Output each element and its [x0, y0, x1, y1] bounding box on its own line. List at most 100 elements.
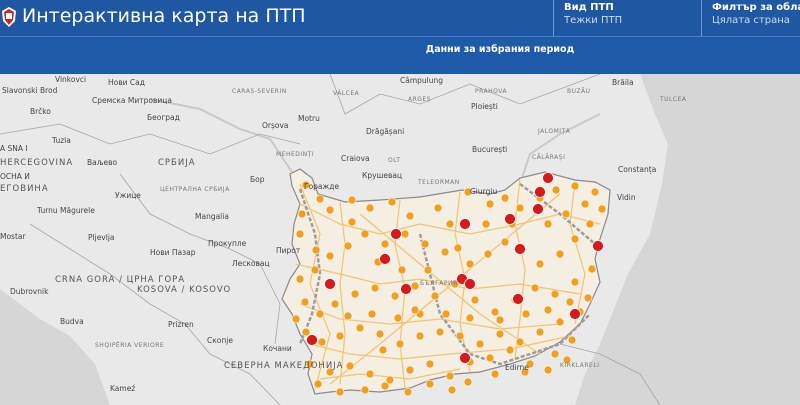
accident-marker[interactable] — [500, 193, 510, 203]
accident-marker[interactable] — [367, 309, 377, 319]
accident-marker[interactable] — [590, 187, 600, 197]
accident-marker[interactable] — [330, 299, 340, 309]
accident-marker[interactable] — [583, 293, 593, 303]
accident-marker[interactable] — [325, 205, 335, 215]
accident-marker[interactable] — [397, 265, 407, 275]
severe-accident-marker[interactable] — [306, 334, 318, 346]
accident-marker[interactable] — [441, 309, 451, 319]
accident-marker[interactable] — [447, 385, 457, 395]
accident-marker[interactable] — [375, 329, 385, 339]
accident-marker[interactable] — [365, 369, 375, 379]
region-filter-value[interactable]: Цялата страна — [712, 15, 800, 26]
accident-marker[interactable] — [355, 323, 365, 333]
accident-marker[interactable] — [561, 209, 571, 219]
accident-marker[interactable] — [505, 345, 515, 355]
severe-accident-marker[interactable] — [459, 218, 471, 230]
accident-marker[interactable] — [380, 239, 390, 249]
accident-marker[interactable] — [585, 219, 595, 229]
accident-marker[interactable] — [485, 353, 495, 363]
severe-accident-marker[interactable] — [534, 186, 546, 198]
accident-marker[interactable] — [315, 194, 325, 204]
accident-marker[interactable] — [315, 309, 325, 319]
severe-accident-marker[interactable] — [514, 243, 526, 255]
severe-accident-marker[interactable] — [592, 240, 604, 252]
accident-marker[interactable] — [587, 264, 597, 274]
severe-accident-marker[interactable] — [504, 213, 516, 225]
accident-marker[interactable] — [365, 203, 375, 213]
accident-marker[interactable] — [295, 229, 305, 239]
accident-marker[interactable] — [495, 315, 505, 325]
severe-accident-marker[interactable] — [569, 308, 581, 320]
accident-marker[interactable] — [440, 247, 450, 257]
accident-marker[interactable] — [535, 327, 545, 337]
accident-marker[interactable] — [420, 239, 430, 249]
accident-marker[interactable] — [410, 281, 420, 291]
accident-marker[interactable] — [555, 317, 565, 327]
accident-marker[interactable] — [530, 283, 540, 293]
accident-marker[interactable] — [433, 203, 443, 213]
accident-marker[interactable] — [405, 365, 415, 375]
accident-marker[interactable] — [390, 291, 400, 301]
accident-marker[interactable] — [481, 219, 491, 229]
severe-accident-marker[interactable] — [512, 293, 524, 305]
accident-marker[interactable] — [387, 197, 397, 207]
accident-marker[interactable] — [483, 249, 493, 259]
accident-marker[interactable] — [565, 297, 575, 307]
accident-marker[interactable] — [423, 265, 433, 275]
severe-accident-marker[interactable] — [324, 278, 336, 290]
accident-marker[interactable] — [410, 305, 420, 315]
accident-marker[interactable] — [335, 331, 345, 341]
severe-accident-marker[interactable] — [532, 203, 544, 215]
accident-marker[interactable] — [347, 195, 357, 205]
accident-marker[interactable] — [425, 359, 435, 369]
accident-marker[interactable] — [393, 313, 403, 323]
accident-marker[interactable] — [543, 219, 553, 229]
accident-marker[interactable] — [550, 349, 560, 359]
accident-marker[interactable] — [445, 371, 455, 381]
accident-marker[interactable] — [343, 311, 353, 321]
accident-marker[interactable] — [535, 259, 545, 269]
accident-marker[interactable] — [543, 365, 553, 375]
accident-marker[interactable] — [490, 369, 500, 379]
severe-accident-marker[interactable] — [464, 278, 476, 290]
accident-marker[interactable] — [370, 283, 380, 293]
accident-marker[interactable] — [405, 211, 415, 221]
accident-marker[interactable] — [490, 307, 500, 317]
accident-marker[interactable] — [543, 305, 553, 315]
severe-accident-marker[interactable] — [400, 283, 412, 295]
accident-marker[interactable] — [347, 217, 357, 227]
accident-marker[interactable] — [465, 313, 475, 323]
accident-marker[interactable] — [430, 291, 440, 301]
accident-marker[interactable] — [313, 379, 323, 389]
accident-marker[interactable] — [435, 327, 445, 337]
accident-marker[interactable] — [515, 337, 525, 347]
accident-marker[interactable] — [465, 259, 475, 269]
accident-marker[interactable] — [500, 237, 510, 247]
tab-selected-period[interactable]: Данни за избрания период — [400, 37, 600, 74]
accident-marker[interactable] — [378, 345, 388, 355]
region-filter[interactable]: Филтър за област Цялата страна — [701, 0, 800, 36]
accident-type-filter[interactable]: Вид ПТП Тежки ПТП — [553, 0, 701, 36]
accident-marker[interactable] — [555, 249, 565, 259]
accident-marker[interactable] — [310, 265, 320, 275]
accident-marker[interactable] — [570, 234, 580, 244]
accident-marker[interactable] — [297, 209, 307, 219]
accident-marker[interactable] — [470, 295, 480, 305]
accident-marker[interactable] — [335, 387, 345, 397]
accident-marker[interactable] — [301, 327, 311, 337]
map-canvas[interactable] — [0, 74, 800, 405]
accident-marker[interactable] — [567, 335, 577, 345]
accident-marker[interactable] — [395, 339, 405, 349]
accident-marker[interactable] — [415, 331, 425, 341]
accident-marker[interactable] — [551, 185, 561, 195]
accident-marker[interactable] — [325, 251, 335, 261]
accident-marker[interactable] — [343, 241, 353, 251]
accident-marker[interactable] — [360, 385, 370, 395]
severe-accident-marker[interactable] — [390, 228, 402, 240]
accident-marker[interactable] — [475, 339, 485, 349]
accident-marker[interactable] — [360, 229, 370, 239]
accident-marker[interactable] — [580, 199, 590, 209]
accident-type-value[interactable]: Тежки ПТП — [564, 15, 701, 26]
accident-map[interactable]: Vinkovci Нови Сад Câmpulung Brăila Slavo… — [0, 74, 800, 405]
severe-accident-marker[interactable] — [379, 253, 391, 265]
